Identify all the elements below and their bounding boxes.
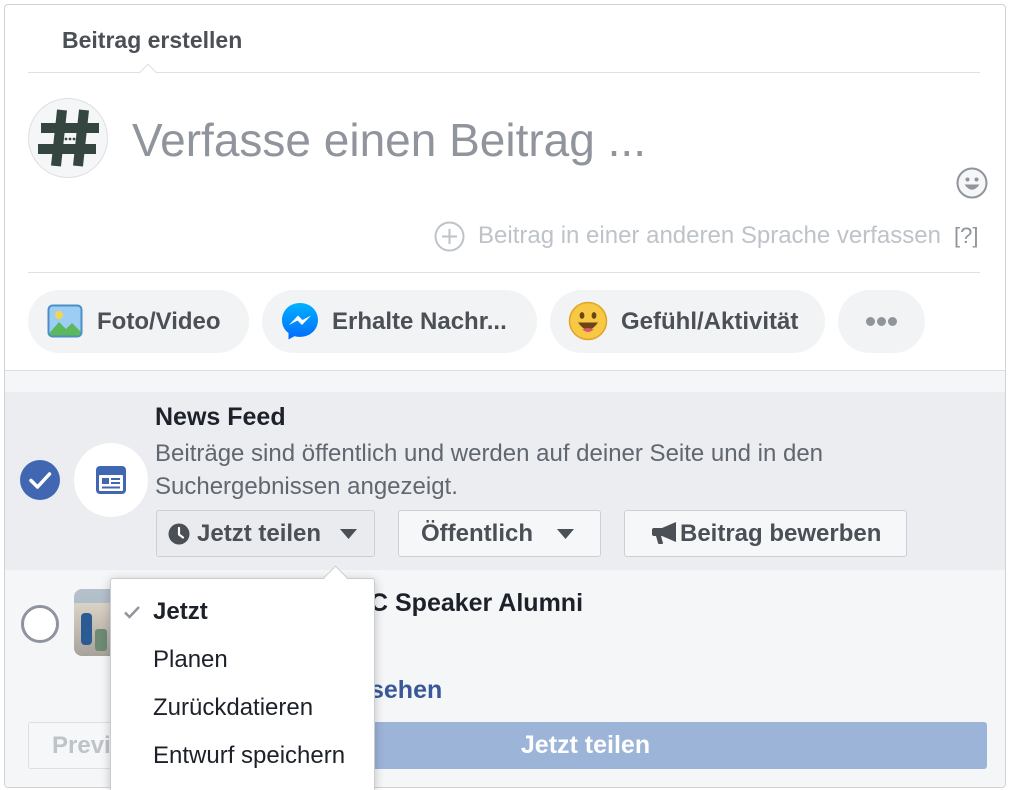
emoji-picker-button[interactable] bbox=[956, 167, 988, 199]
add-circle-icon bbox=[434, 221, 465, 252]
audience-selector[interactable]: Öffentlich bbox=[398, 510, 601, 557]
composer-divider bbox=[28, 272, 980, 273]
photo-icon bbox=[47, 304, 83, 338]
messenger-button[interactable]: Erhalte Nachr... bbox=[262, 290, 537, 353]
menu-item-schedule[interactable]: Planen bbox=[111, 636, 374, 684]
other-language-label: Beitrag in einer anderen Sprache verfass… bbox=[478, 222, 941, 249]
more-options-button[interactable] bbox=[838, 290, 925, 353]
boost-post-button[interactable]: Beitrag bewerben bbox=[624, 510, 907, 557]
checkmark-icon bbox=[124, 606, 140, 619]
group-title: C Speaker Alumni bbox=[370, 589, 584, 617]
emoji-picker-icon bbox=[956, 167, 988, 199]
megaphone-icon bbox=[652, 522, 676, 544]
group-view-link[interactable]: sehen bbox=[370, 676, 442, 704]
boost-post-label: Beitrag bewerben bbox=[680, 520, 882, 547]
menu-item-now[interactable]: Jetzt bbox=[111, 588, 374, 636]
header-divider bbox=[28, 72, 980, 73]
photo-video-label: Foto/Video bbox=[97, 308, 221, 335]
destination-title: News Feed bbox=[155, 403, 286, 431]
chevron-down-icon bbox=[557, 529, 574, 539]
preview-label: Previ bbox=[52, 732, 111, 759]
menu-item-label: Planen bbox=[153, 646, 228, 673]
news-feed-icon bbox=[96, 466, 126, 494]
news-feed-checkbox[interactable] bbox=[20, 460, 60, 500]
share-timing-button[interactable]: Jetzt teilen bbox=[156, 510, 375, 557]
photo-video-button[interactable]: Foto/Video bbox=[28, 290, 249, 353]
group-radio-button[interactable] bbox=[21, 605, 59, 643]
feeling-activity-label: Gefühl/Aktivität bbox=[621, 308, 799, 335]
page-avatar bbox=[28, 98, 108, 178]
share-timing-label: Jetzt teilen bbox=[197, 520, 322, 547]
menu-item-label: Entwurf speichern bbox=[153, 742, 346, 769]
clock-icon bbox=[168, 523, 190, 545]
feeling-activity-button[interactable]: Gefühl/Aktivität bbox=[550, 290, 825, 353]
more-dots-icon bbox=[866, 317, 875, 326]
hashtag-icon bbox=[38, 109, 99, 167]
feeling-emoji-icon bbox=[568, 301, 608, 341]
post-text-input[interactable]: Verfasse einen Beitrag ... bbox=[132, 112, 646, 168]
more-dots-icon bbox=[877, 317, 886, 326]
thumbnail-figure bbox=[95, 629, 107, 651]
share-timing-menu: Jetzt Planen Zurückdatieren Entwurf spei… bbox=[110, 565, 375, 790]
help-link[interactable]: [?] bbox=[954, 222, 978, 250]
menu-item-label: Zurückdatieren bbox=[153, 694, 314, 721]
messenger-label: Erhalte Nachr... bbox=[332, 308, 507, 335]
tab-create-post[interactable]: Beitrag erstellen bbox=[62, 27, 242, 53]
messenger-icon bbox=[282, 303, 318, 340]
menu-item-backdate[interactable]: Zurückdatieren bbox=[111, 684, 374, 732]
menu-item-label: Jetzt bbox=[153, 598, 208, 625]
chevron-down-icon bbox=[340, 529, 357, 539]
menu-item-save-draft[interactable]: Entwurf speichern bbox=[111, 732, 374, 780]
more-dots-icon bbox=[888, 317, 897, 326]
audience-label: Öffentlich bbox=[421, 520, 533, 547]
other-language-link[interactable]: Beitrag in einer anderen Sprache verfass… bbox=[434, 220, 946, 252]
news-feed-avatar bbox=[74, 443, 148, 517]
destination-description: Beiträge sind öffentlich und werden auf … bbox=[155, 440, 824, 500]
thumbnail-figure bbox=[81, 613, 92, 645]
check-icon bbox=[29, 472, 52, 489]
